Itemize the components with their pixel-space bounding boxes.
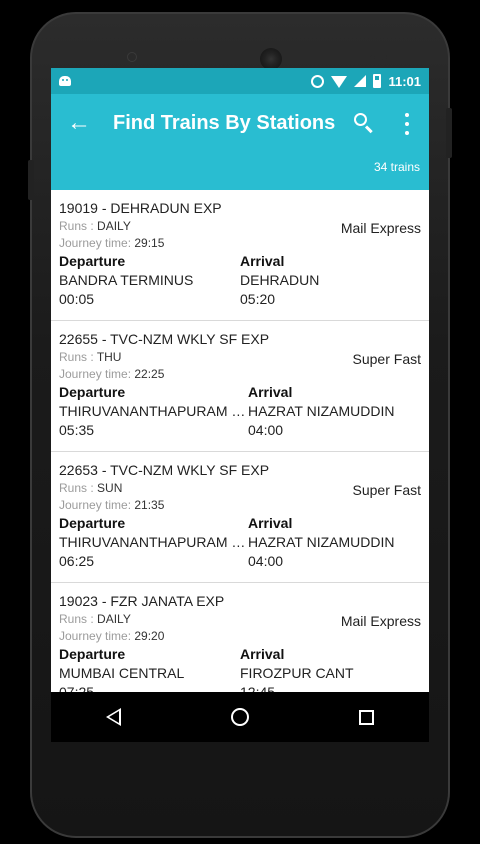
journey-time-row: Journey time: 29:15 (59, 236, 421, 250)
front-camera-icon (127, 52, 137, 62)
journey-time-label: Journey time: (59, 629, 132, 643)
page-title: Find Trains By Stations (113, 111, 336, 134)
train-type: Mail Express (340, 220, 421, 236)
train-card[interactable]: 22653 - TVC-NZM WKLY SF EXP Super Fast R… (51, 452, 429, 583)
alarm-icon (311, 74, 325, 88)
battery-icon (373, 74, 382, 88)
runs-label: Runs : (59, 350, 94, 364)
journey-time-label: Journey time: (59, 367, 132, 381)
departure-station: MUMBAI CENTRAL (59, 665, 185, 681)
runs-label: Runs : (59, 612, 94, 626)
train-name: 22655 - TVC-NZM WKLY SF EXP (59, 331, 270, 347)
runs-value: DAILY (97, 219, 131, 233)
cell-signal-icon (354, 75, 367, 87)
journey-time-row: Journey time: 21:35 (59, 498, 421, 512)
status-clock: 11:01 (388, 73, 421, 89)
runs-value: SUN (97, 481, 123, 495)
arrival-heading: Arrival (248, 384, 293, 400)
light-sensor-icon (382, 55, 387, 60)
train-card[interactable]: 22655 - TVC-NZM WKLY SF EXP Super Fast R… (51, 321, 429, 452)
journey-time-row: Journey time: 29:20 (59, 629, 421, 643)
train-name: 19019 - DEHRADUN EXP (59, 200, 222, 216)
arrow-left-icon: ← (67, 109, 91, 136)
journey-time-row: Journey time: 22:25 (59, 367, 421, 381)
overflow-menu-button[interactable] (397, 113, 417, 135)
runs-value: DAILY (97, 612, 131, 626)
arrival-heading: Arrival (240, 646, 285, 662)
android-notification-icon (59, 76, 71, 86)
more-vert-icon (405, 113, 409, 117)
arrival-time: 04:00 (248, 553, 284, 569)
arrival-station: DEHRADUN (240, 272, 320, 288)
status-bar: 11:01 (51, 68, 429, 94)
arrival-time: 05:20 (240, 291, 276, 307)
arrival-time: 04:00 (248, 422, 284, 438)
journey-time-value: 29:20 (134, 629, 165, 643)
arrival-station: HAZRAT NIZAMUDDIN (248, 403, 395, 419)
power-button (446, 108, 452, 158)
system-nav-bar (51, 692, 429, 742)
back-button[interactable]: ← (51, 94, 107, 152)
train-card[interactable]: 19019 - DEHRADUN EXP Mail Express Runs :… (51, 190, 429, 321)
arrival-station: FIROZPUR CANT (240, 665, 354, 681)
device-frame: 11:01 ← Find Trains By Stations 34 train… (0, 0, 480, 844)
nav-back-icon[interactable] (106, 708, 121, 726)
train-type: Super Fast (352, 482, 421, 498)
wifi-icon (331, 76, 348, 88)
departure-heading: Departure (59, 646, 126, 662)
nav-recents-icon[interactable] (359, 709, 374, 725)
runs-value: THU (96, 350, 122, 364)
departure-time: 06:25 (59, 553, 95, 569)
earpiece-speaker-icon (260, 48, 282, 70)
departure-heading: Departure (59, 384, 126, 400)
arrival-heading: Arrival (248, 515, 293, 531)
runs-label: Runs : (59, 481, 94, 495)
train-name: 19023 - FZR JANATA EXP (59, 593, 225, 609)
results-count: 34 trains (373, 160, 420, 174)
volume-button (28, 160, 34, 200)
app-bar: ← Find Trains By Stations (51, 94, 429, 152)
screen: 11:01 ← Find Trains By Stations 34 train… (51, 68, 429, 742)
proximity-sensor-icon (370, 55, 375, 60)
departure-station: BANDRA TERMINUS (59, 272, 194, 288)
arrival-heading: Arrival (240, 253, 285, 269)
journey-time-value: 29:15 (134, 236, 165, 250)
train-type: Super Fast (352, 351, 421, 367)
arrival-station: HAZRAT NIZAMUDDIN (248, 534, 395, 550)
journey-time-label: Journey time: (59, 236, 132, 250)
departure-time: 00:05 (59, 291, 95, 307)
train-list[interactable]: 19019 - DEHRADUN EXP Mail Express Runs :… (51, 190, 429, 714)
journey-time-value: 22:25 (134, 367, 165, 381)
search-icon (354, 113, 367, 126)
train-type: Mail Express (340, 613, 421, 629)
journey-time-label: Journey time: (59, 498, 132, 512)
journey-time-value: 21:35 (134, 498, 165, 512)
departure-time: 05:35 (59, 422, 95, 438)
search-button[interactable] (351, 111, 375, 135)
runs-label: Runs : (59, 219, 94, 233)
departure-station: THIRUVANANTHAPURAM C... (59, 534, 248, 550)
departure-station: THIRUVANANTHAPURAM C... (59, 403, 248, 419)
train-name: 22653 - TVC-NZM WKLY SF EXP (59, 462, 270, 478)
nav-home-icon[interactable] (231, 708, 249, 726)
departure-heading: Departure (59, 515, 126, 531)
departure-heading: Departure (59, 253, 126, 269)
results-count-bar: 34 trains (51, 152, 429, 190)
